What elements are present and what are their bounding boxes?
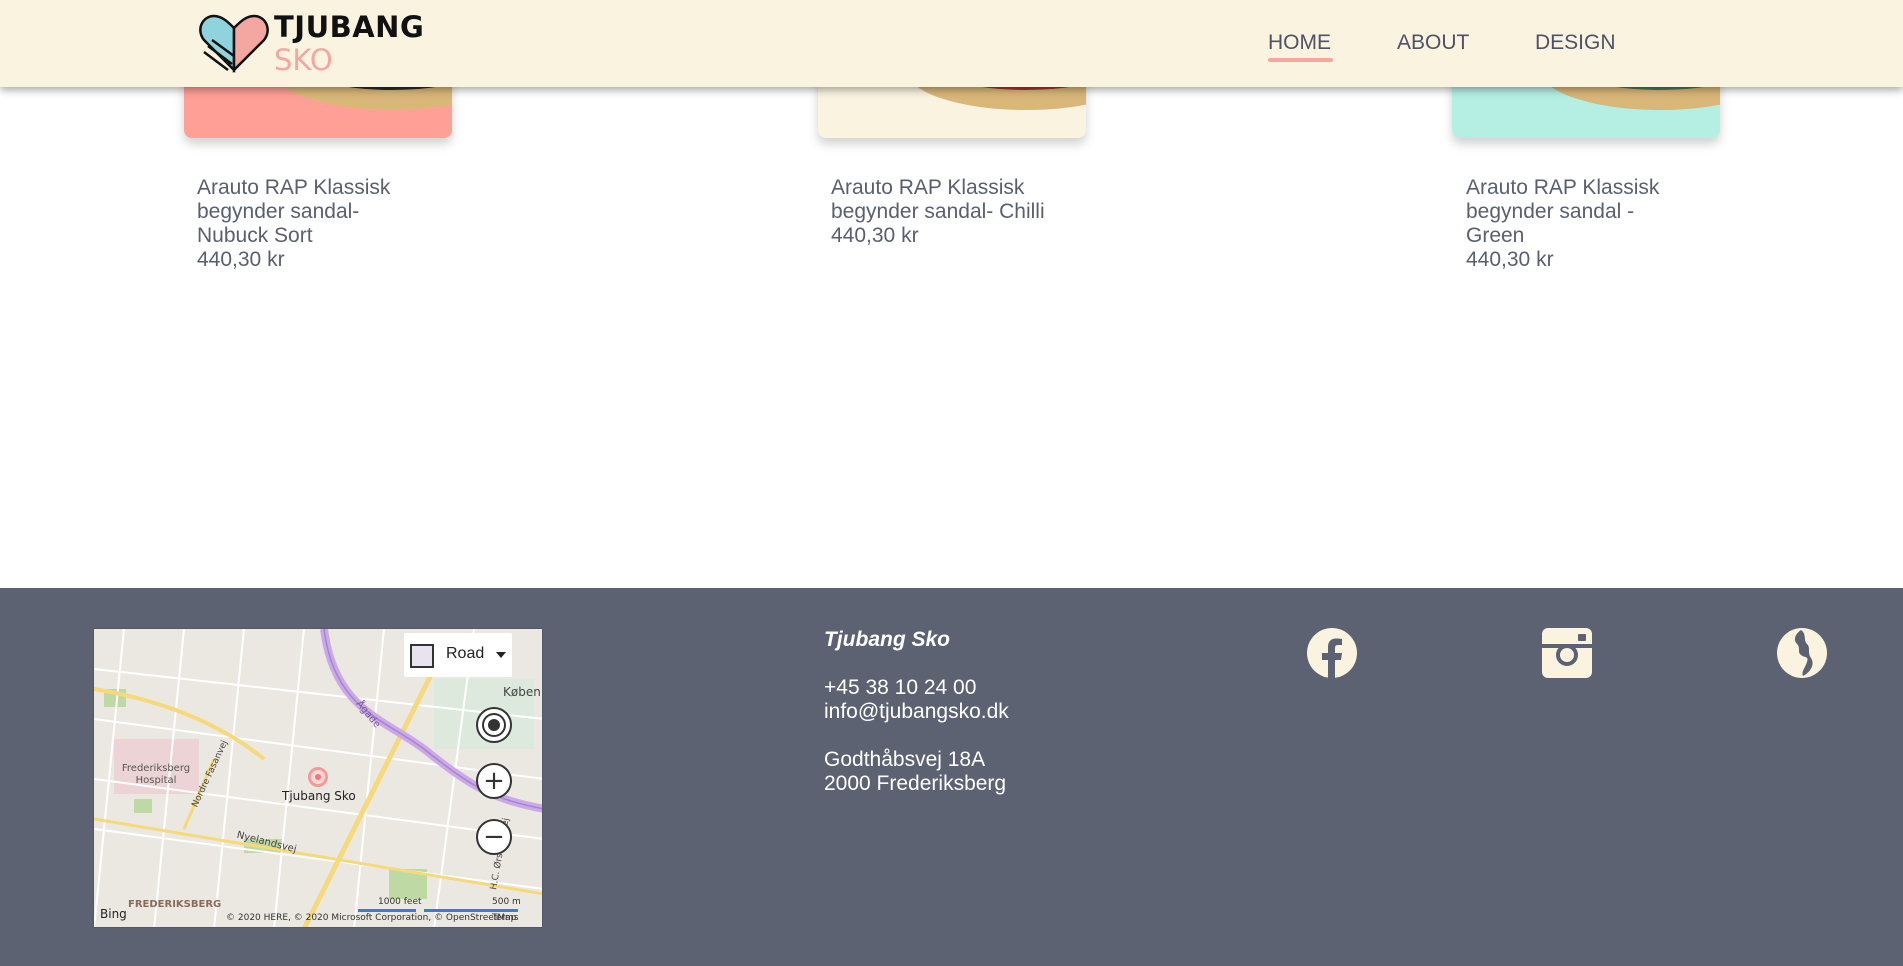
map-place-label: Tjubang Sko [282, 789, 356, 803]
minus-icon: − [483, 822, 505, 852]
map-style-selector[interactable]: Road [404, 633, 512, 677]
product-info-3[interactable]: Arauto RAP Klassisk begynder sandal - Gr… [1466, 176, 1696, 272]
instagram-link[interactable] [1542, 628, 1592, 678]
nav-design[interactable]: DESIGN [1535, 31, 1616, 55]
plus-icon: + [483, 766, 505, 796]
facebook-icon [1307, 628, 1357, 678]
bing-logo: Bing [100, 907, 127, 921]
product-price: 440,30 kr [831, 224, 919, 247]
nav-about[interactable]: ABOUT [1397, 31, 1469, 55]
site-header: TJUBANG SKO HOME ABOUT DESIGN [0, 0, 1903, 87]
map-district-label: FREDERIKSBERG [128, 899, 222, 910]
nav-active-underline [1268, 58, 1333, 62]
map-style-label: Road [446, 645, 485, 662]
map-copyright: © 2020 HERE, © 2020 Microsoft Corporatio… [226, 913, 517, 923]
logo[interactable]: TJUBANG SKO [198, 10, 424, 77]
address-street: Godthåbsvej 18A [824, 748, 986, 771]
address-city: 2000 Frederiksberg [824, 772, 1007, 795]
map-city-label: Køben [503, 685, 541, 699]
logo-text-top: TJUBANG [274, 10, 425, 44]
company-name: Tjubang Sko [824, 628, 950, 651]
heart-shoe-logo-icon [199, 14, 269, 74]
location-map[interactable]: Tjubang Sko Frederiksberg Hospital FREDE… [93, 628, 543, 928]
zoom-in-button[interactable]: + [476, 763, 512, 799]
map-style-icon [410, 644, 434, 668]
globe-icon [1777, 628, 1827, 678]
map-scale-bar [424, 909, 518, 912]
product-info-1[interactable]: Arauto RAP Klassisk begynder sandal- Nub… [197, 176, 417, 272]
map-scale-feet: 1000 feet [378, 897, 422, 907]
website-link[interactable] [1777, 628, 1827, 678]
product-price: 440,30 kr [197, 248, 285, 271]
map-scale-bar [358, 909, 416, 912]
email-address[interactable]: info@tjubangsko.dk [824, 700, 1009, 724]
chevron-down-icon [496, 652, 506, 658]
map-location-pin-icon[interactable] [308, 767, 328, 787]
product-info-2[interactable]: Arauto RAP Klassisk begynder sandal- Chi… [831, 176, 1091, 248]
map-hospital-label: Frederiksberg Hospital [121, 763, 191, 786]
product-price: 440,30 kr [1466, 248, 1554, 271]
phone-number[interactable]: +45 38 10 24 00 [824, 676, 976, 700]
facebook-link[interactable] [1307, 628, 1357, 678]
zoom-out-button[interactable]: − [476, 819, 512, 855]
product-name: Arauto RAP Klassisk begynder sandal- Chi… [831, 176, 1045, 223]
logo-text-bottom: SKO [274, 43, 333, 77]
locate-me-button[interactable] [476, 707, 512, 743]
locate-icon [488, 719, 500, 731]
nav-home[interactable]: HOME [1268, 31, 1331, 55]
instagram-icon [1542, 628, 1592, 678]
map-terms-link[interactable]: Terms [492, 913, 519, 923]
product-name: Arauto RAP Klassisk begynder sandal - Gr… [1466, 176, 1660, 247]
product-name: Arauto RAP Klassisk begynder sandal- Nub… [197, 176, 391, 247]
map-scale-meters: 500 m [492, 897, 521, 907]
